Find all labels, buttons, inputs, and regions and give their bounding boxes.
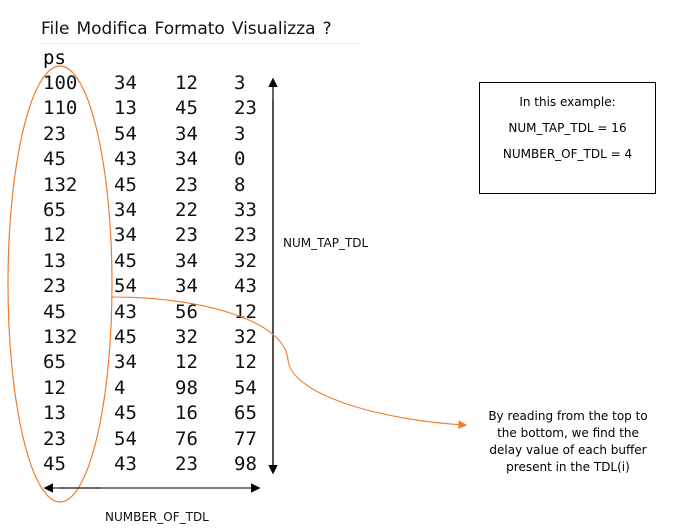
explanation-note: By reading from the top to the bottom, w… <box>488 409 648 474</box>
note-connector-arrow <box>111 296 468 430</box>
first-column-ellipse <box>7 65 113 503</box>
number-of-tdl-label: NUMBER_OF_TDL <box>105 510 209 524</box>
num-tap-tdl-label: NUM_TAP_TDL <box>283 236 369 250</box>
info-line-1: NUM_TAP_TDL = 16 <box>508 121 627 135</box>
info-box: In this example: NUM_TAP_TDL = 16 NUMBER… <box>479 82 656 194</box>
info-line-2: NUMBER_OF_TDL = 4 <box>502 147 633 161</box>
info-title: In this example: <box>519 95 616 109</box>
